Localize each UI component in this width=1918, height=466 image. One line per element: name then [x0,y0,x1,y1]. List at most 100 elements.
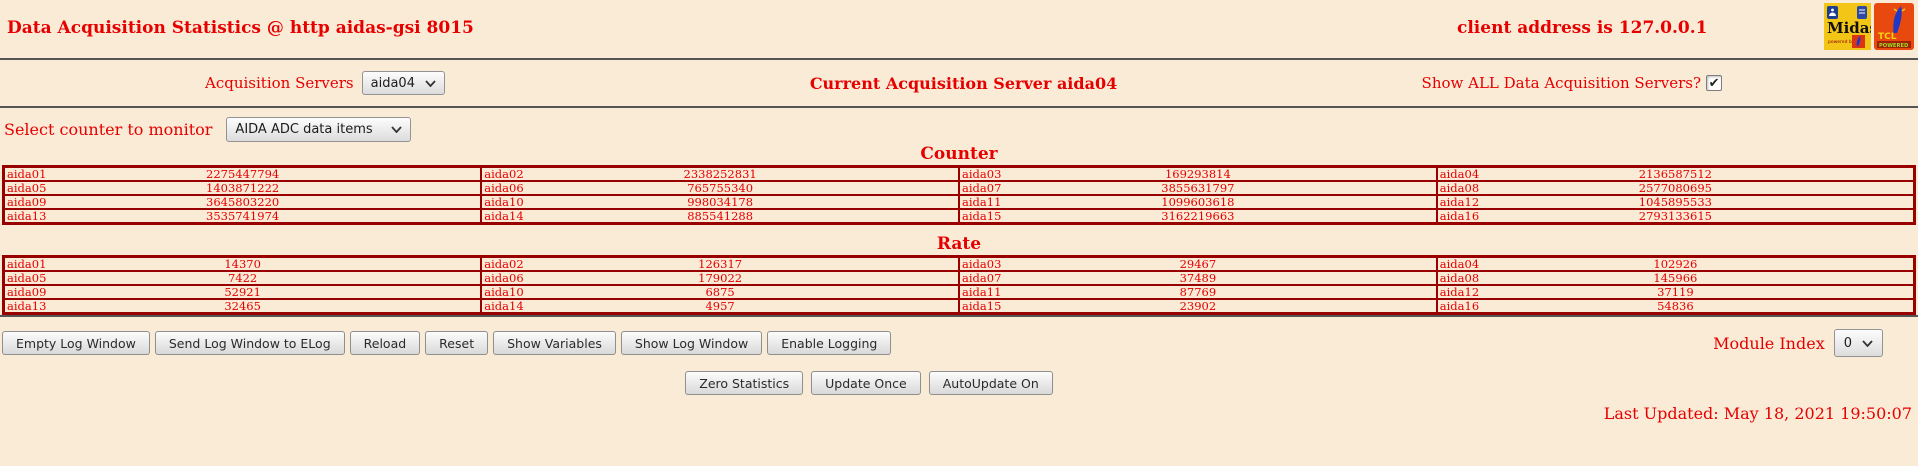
channel-value: 54836 [1657,299,1694,313]
channel-name: aida01 [7,167,47,181]
channel-name: aida05 [7,271,47,285]
rate-cell: aida01 14370 [2,255,483,272]
reload-button[interactable]: Reload [349,331,421,355]
select-counter-label: Select counter to monitor [4,119,213,139]
counter-monitor-select[interactable]: AIDA ADC data items [226,116,412,142]
counter-cell: aida12 1045895533 [1435,194,1916,210]
channel-name: aida07 [962,181,1002,195]
counter-cell: aida05 1403871222 [2,180,483,196]
rate-cell: aida04 102926 [1435,255,1916,272]
show-all-servers-checkbox[interactable]: ✔ [1706,75,1723,91]
channel-value: 4957 [705,299,735,313]
counter-cell: aida08 2577080695 [1435,180,1916,196]
acquisition-server-select[interactable]: aida04 [361,71,445,95]
channel-name: aida03 [962,257,1002,271]
channel-value: 7422 [227,271,258,285]
channel-value: 765755340 [687,181,754,195]
counter-cell: aida14 885541288 [480,208,960,225]
channel-name: aida06 [484,271,524,285]
channel-name: aida08 [1439,181,1480,195]
channel-value: 998034178 [687,195,754,209]
divider [0,106,1918,108]
autoupdate-on-button[interactable]: AutoUpdate On [928,371,1053,395]
acquisition-row: Acquisition Servers aida04 Current Acqui… [0,60,1918,106]
enable-logging-button[interactable]: Enable Logging [767,331,892,355]
channel-name: aida15 [962,299,1002,313]
channel-name: aida12 [1439,285,1480,299]
channel-name: aida07 [962,271,1002,285]
midas-logo-icon: Midas powered by [1824,3,1871,50]
channel-value: 87769 [1179,285,1217,299]
channel-value: 102926 [1653,257,1698,271]
tcl-powered-logo-icon: TCL POWERED [1874,3,1914,50]
table-row: aida09 3645803220 aida10 998034178 aida11 109… [2,194,1916,210]
counter-cell: aida07 3855631797 [958,180,1438,196]
table-row: aida09 52921 aida10 6875 aida11 87769 aida12 37… [2,284,1916,300]
table-row: aida13 3535741974 aida14 885541288 aida15 316… [2,208,1916,225]
channel-value: 3535741974 [206,209,280,223]
counter-cell: aida10 998034178 [480,194,960,210]
show-log-window-button[interactable]: Show Log Window [620,331,763,355]
module-index-select-value: 0 [1843,335,1852,351]
channel-value: 2793133615 [1638,209,1712,223]
send-log-window-to-elog-button[interactable]: Send Log Window to ELog [154,331,345,355]
channel-value: 2275447794 [206,167,280,181]
empty-log-window-button[interactable]: Empty Log Window [2,331,150,355]
svg-text:POWERED: POWERED [1879,43,1909,49]
reset-button[interactable]: Reset [425,331,489,355]
channel-value: 1403871222 [206,181,280,195]
counter-table: aida01 2275447794 aida02 2338252831 aida03 16… [2,165,1916,225]
channel-value: 885541288 [687,209,754,223]
rate-cell: aida16 54836 [1435,298,1916,315]
channel-name: aida02 [484,167,524,181]
toolbar: Empty Log Window Send Log Window to ELog R… [0,329,1918,357]
channel-value: 6875 [705,285,735,299]
svg-text:TCL: TCL [1878,32,1897,42]
rate-cell: aida11 87769 [958,284,1438,300]
channel-value: 37119 [1657,285,1694,299]
channel-value: 2136587512 [1638,167,1712,181]
channel-value: 145966 [1653,271,1698,285]
channel-name: aida04 [1439,167,1480,181]
channel-name: aida04 [1439,257,1480,271]
rate-cell: aida13 32465 [2,298,483,315]
table-row: aida05 1403871222 aida06 765755340 aida07 385… [2,180,1916,196]
checkmark-icon: ✔ [1708,75,1720,91]
channel-value: 29467 [1179,257,1217,271]
channel-name: aida10 [484,285,524,299]
counter-monitor-select-value: AIDA ADC data items [235,121,373,137]
channel-name: aida03 [962,167,1002,181]
channel-name: aida11 [962,285,1002,299]
channel-value: 169293814 [1164,167,1231,181]
table-row: aida05 7422 aida06 179022 aida07 37489 aida08 1… [2,270,1916,286]
svg-text:powered by: powered by [1828,39,1855,45]
channel-value: 23902 [1179,299,1217,313]
acquisition-servers-label: Acquisition Servers [205,74,354,92]
rate-table: aida01 14370 aida02 126317 aida03 29467 aida04… [2,255,1916,315]
channel-name: aida15 [962,209,1002,223]
channel-name: aida01 [7,257,47,271]
channel-value: 3855631797 [1161,181,1235,195]
page-header: Data Acquisition Statistics @ http aidas… [0,0,1918,58]
channel-value: 32465 [224,299,261,313]
zero-statistics-button[interactable]: Zero Statistics [685,371,804,395]
counter-cell: aida01 2275447794 [2,165,483,182]
chevron-down-icon [425,79,436,87]
page-title: Data Acquisition Statistics @ http aidas… [7,18,474,38]
channel-name: aida14 [484,299,524,313]
module-index-select[interactable]: 0 [1833,329,1883,357]
show-variables-button[interactable]: Show Variables [493,331,616,355]
channel-name: aida12 [1439,195,1480,209]
channel-value: 2577080695 [1638,181,1712,195]
channel-value: 52921 [224,285,261,299]
rate-cell: aida02 126317 [480,255,960,272]
rate-cell: aida14 4957 [480,298,960,315]
channel-value: 179022 [698,271,743,285]
module-index-group: Module Index 0 [1713,329,1918,357]
show-all-servers-label: Show ALL Data Acquisition Servers? [1421,74,1702,92]
counter-cell: aida09 3645803220 [2,194,483,210]
channel-name: aida10 [484,195,524,209]
update-once-button[interactable]: Update Once [811,371,921,395]
channel-name: aida05 [7,181,47,195]
last-updated-text: Last Updated: May 18, 2021 19:50:07 [1603,404,1912,423]
